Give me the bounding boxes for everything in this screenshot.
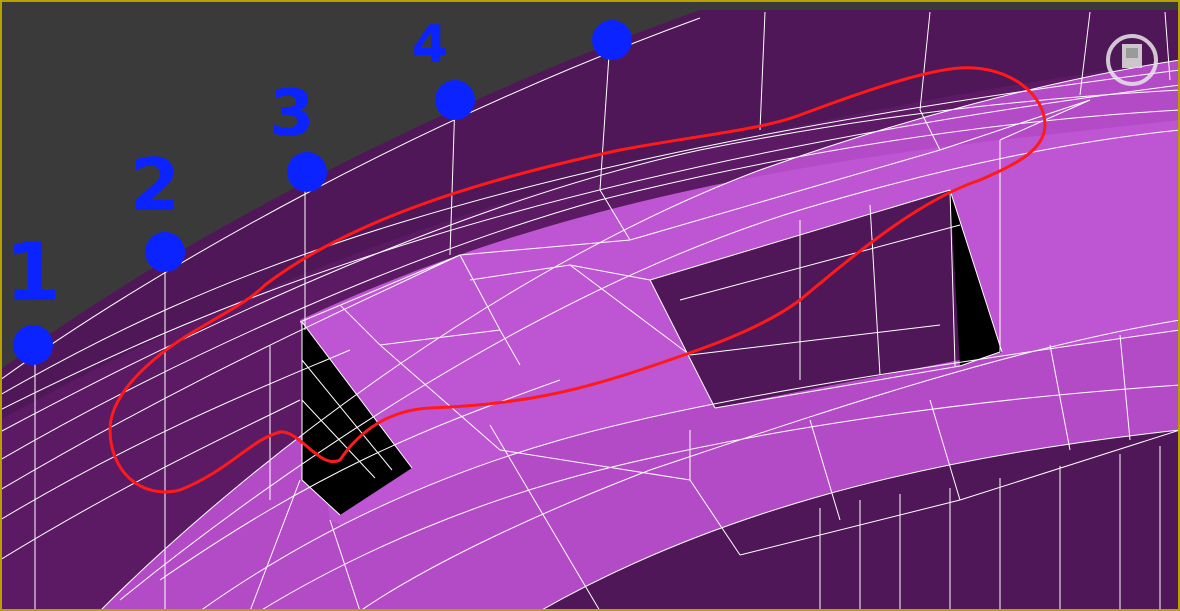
marker-4[interactable] — [435, 80, 475, 120]
marker-label-4: 4 — [412, 15, 448, 75]
marker-label-3: 3 — [270, 77, 315, 151]
marker-5[interactable] — [592, 20, 632, 60]
marker-label-1: 1 — [5, 226, 61, 319]
marker-1[interactable] — [13, 325, 53, 365]
marker-3[interactable] — [287, 152, 327, 192]
marker-label-2: 2 — [130, 143, 180, 227]
3d-viewport[interactable]: 1 2 3 4 — [0, 0, 1180, 611]
marker-2[interactable] — [145, 232, 185, 272]
viewport-canvas[interactable]: 1 2 3 4 — [0, 0, 1180, 611]
